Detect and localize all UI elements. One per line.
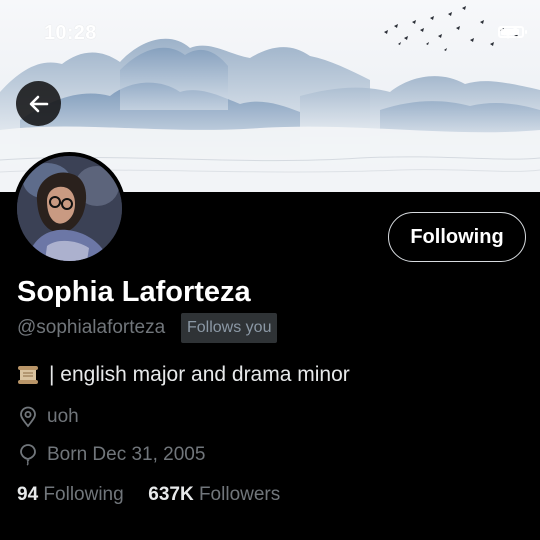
birthday-text: Born Dec 31, 2005	[47, 444, 206, 465]
birthday-row: Born Dec 31, 2005	[17, 444, 205, 466]
battery-icon	[498, 26, 527, 38]
following-count: 94	[17, 484, 39, 505]
location-row: uoh	[17, 406, 79, 428]
location-text: uoh	[47, 406, 79, 427]
follow-counts: 94 Following 637K Followers	[17, 484, 280, 506]
scroll-emoji-icon	[17, 364, 39, 386]
followers-link[interactable]: 637K Followers	[148, 484, 280, 505]
balloon-icon	[20, 444, 36, 466]
location-pin-icon	[20, 406, 36, 428]
username-handle: @sophialaforteza	[17, 317, 166, 338]
follows-you-badge: Follows you	[181, 313, 278, 343]
followers-label: Followers	[198, 484, 281, 505]
following-link[interactable]: 94 Following	[17, 484, 129, 505]
display-name: Sophia Laforteza	[17, 276, 251, 308]
avatar[interactable]	[13, 152, 126, 265]
following-button[interactable]: Following	[388, 212, 526, 262]
bio: | english major and drama minor	[17, 363, 350, 387]
status-time: 10:28	[44, 22, 97, 44]
arrow-left-icon	[29, 95, 48, 112]
followers-count: 637K	[148, 484, 194, 505]
following-label: Following	[43, 484, 124, 505]
back-button[interactable]	[16, 81, 61, 126]
avatar-photo	[17, 156, 122, 261]
bio-text: | english major and drama minor	[49, 363, 350, 386]
status-icons	[498, 26, 527, 39]
